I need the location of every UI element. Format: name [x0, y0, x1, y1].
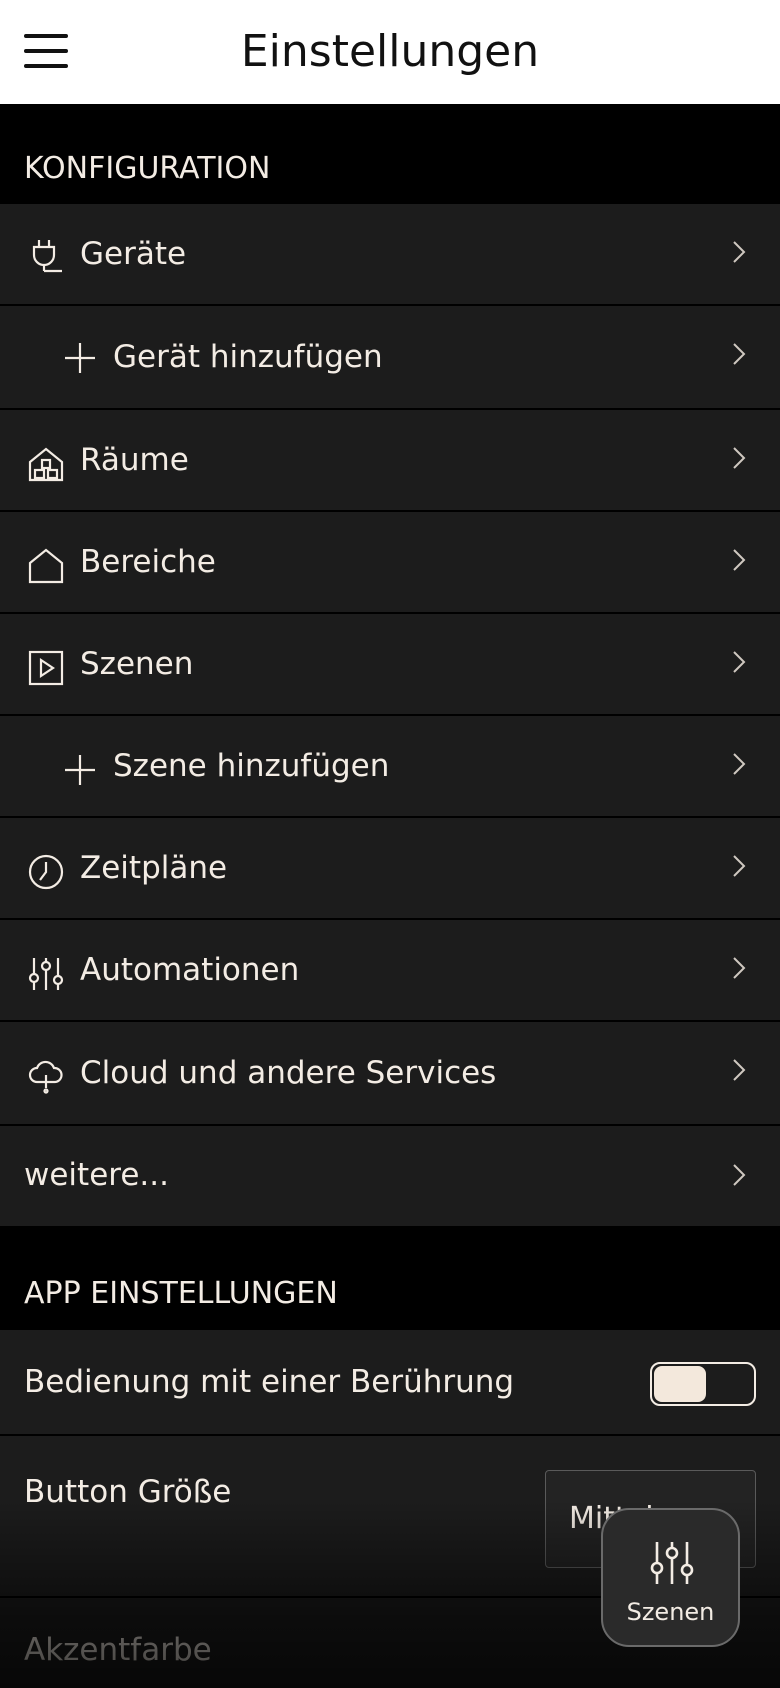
- settings-item-scenes[interactable]: Szenen: [0, 614, 780, 716]
- settings-item-label: Cloud und andere Services: [80, 1055, 497, 1091]
- settings-item-schedules[interactable]: Zeitpläne: [0, 818, 780, 920]
- settings-item-label: Zeitpläne: [80, 850, 228, 886]
- chevron-right-icon: [733, 651, 746, 673]
- cloud-icon: [28, 1060, 63, 1094]
- plug-icon: [32, 240, 62, 273]
- settings-item-cloud-services[interactable]: Cloud und andere Services: [0, 1022, 780, 1126]
- play-box-icon: [28, 650, 64, 686]
- settings-item-label: Gerät hinzufügen: [113, 339, 383, 375]
- app-header: Einstellungen: [0, 0, 780, 104]
- settings-item-label: weitere...: [24, 1157, 169, 1193]
- house-rooms-icon: [28, 447, 64, 482]
- chevron-right-icon: [733, 447, 746, 469]
- section-header-app-settings: APP EINSTELLUNGEN: [0, 1226, 780, 1330]
- settings-item-add-scene[interactable]: Szene hinzufügen: [0, 716, 780, 818]
- settings-item-more[interactable]: weitere...: [0, 1126, 780, 1226]
- settings-item-label: Bereiche: [80, 544, 216, 580]
- section-header-configuration: KONFIGURATION: [0, 104, 780, 204]
- plus-icon: [65, 343, 95, 373]
- settings-item-label: Räume: [80, 442, 189, 478]
- settings-item-label: Automationen: [80, 952, 300, 988]
- clock-icon: [28, 854, 64, 890]
- settings-item-add-device[interactable]: Gerät hinzufügen: [0, 306, 780, 410]
- chevron-right-icon: [733, 957, 746, 979]
- chevron-right-icon: [733, 855, 746, 877]
- chevron-right-icon: [733, 1059, 746, 1081]
- sliders-icon: [28, 958, 64, 990]
- scenes-fab-button[interactable]: Szenen: [601, 1508, 740, 1647]
- settings-item-devices[interactable]: Geräte: [0, 204, 780, 306]
- settings-item-label: Szene hinzufügen: [113, 748, 390, 784]
- toggle-knob: [654, 1366, 706, 1402]
- setting-label: Akzentfarbe: [24, 1632, 212, 1668]
- one-touch-toggle[interactable]: [650, 1362, 756, 1406]
- settings-item-rooms[interactable]: Räume: [0, 410, 780, 512]
- chevron-right-icon: [733, 241, 746, 263]
- chevron-right-icon: [733, 343, 746, 365]
- chevron-right-icon: [733, 1164, 746, 1186]
- settings-item-label: Szenen: [80, 646, 194, 682]
- settings-item-areas[interactable]: Bereiche: [0, 512, 780, 614]
- fab-label: Szenen: [626, 1598, 715, 1626]
- setting-label: Button Größe: [24, 1474, 232, 1510]
- page-title: Einstellungen: [240, 26, 540, 77]
- plus-icon: [65, 755, 95, 785]
- chevron-right-icon: [733, 549, 746, 571]
- settings-item-automations[interactable]: Automationen: [0, 920, 780, 1022]
- chevron-right-icon: [733, 753, 746, 775]
- house-icon: [28, 548, 64, 584]
- setting-label: Bedienung mit einer Berührung: [24, 1364, 515, 1400]
- settings-item-label: Geräte: [80, 236, 187, 272]
- sliders-icon: [650, 1542, 694, 1584]
